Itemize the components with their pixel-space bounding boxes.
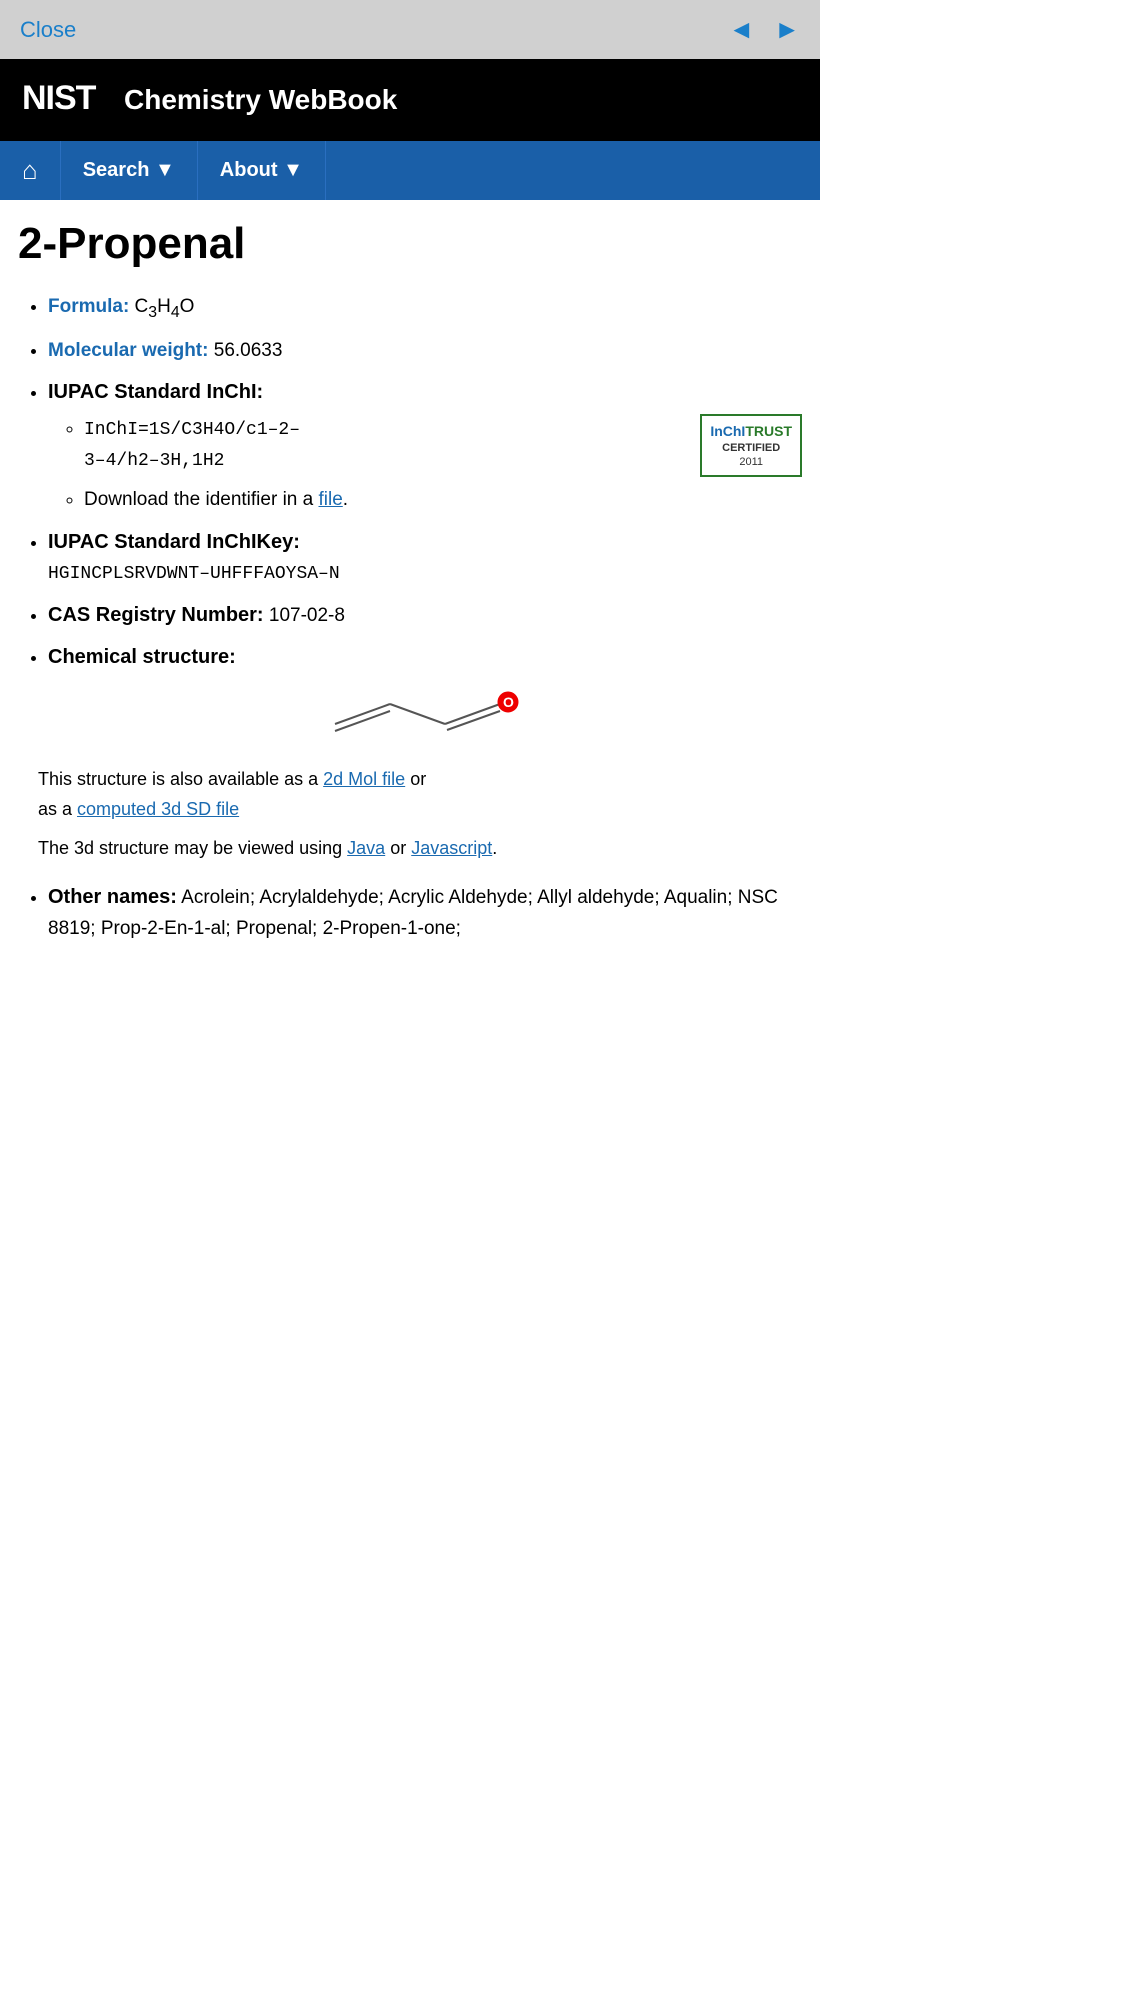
about-nav-label: About ▼ [220, 159, 303, 182]
home-icon: ⌂ [22, 155, 38, 186]
formula-label[interactable]: Formula: [48, 296, 129, 317]
svg-text:O: O [503, 694, 514, 710]
structure-text-3: The 3d structure may be viewed using [38, 838, 342, 858]
nist-logo-svg: NIST [18, 73, 108, 117]
certified-text: CERTIFIED [710, 441, 792, 455]
inchi-string-item: InChI=1S/C3H4O/c1–2–3–4/h2–3H,1H2 InChIT… [84, 414, 802, 477]
close-button[interactable]: Close [20, 17, 76, 43]
download-identifier-link[interactable]: file [318, 489, 342, 510]
molecular-weight-label[interactable]: Molecular weight: [48, 340, 208, 361]
about-nav-item[interactable]: About ▼ [198, 141, 326, 200]
inchi-text-block: InChI=1S/C3H4O/c1–2–3–4/h2–3H,1H2 [84, 414, 688, 475]
inchikey-value: HGINCPLSRVDWNT–UHFFFAOYSA–N [48, 564, 340, 584]
nav-bar: ⌂ Search ▼ About ▼ [0, 141, 820, 200]
javascript-link[interactable]: Javascript [411, 838, 492, 858]
iupac-inchi-label: IUPAC Standard InChI: [48, 381, 263, 403]
structure-text-4: or [390, 838, 411, 858]
page-title: 2-Propenal [18, 220, 802, 268]
chemical-structure-item: Chemical structure: O [48, 641, 802, 871]
java-link[interactable]: Java [347, 838, 385, 858]
search-nav-item[interactable]: Search ▼ [61, 141, 198, 200]
inchi-trust-badge-label: InChITRUST [710, 422, 792, 440]
inchi-trust-container: InChI=1S/C3H4O/c1–2–3–4/h2–3H,1H2 InChIT… [84, 414, 802, 477]
cas-label: CAS Registry Number: [48, 604, 264, 626]
structure-text-1: This structure is also available as a [38, 769, 318, 789]
molecular-weight-value: 56.0633 [214, 340, 283, 361]
cas-item: CAS Registry Number: 107-02-8 [48, 599, 802, 631]
home-nav-item[interactable]: ⌂ [0, 141, 61, 200]
download-identifier-text: Download the identifier in a [84, 489, 313, 510]
search-nav-label: Search ▼ [83, 159, 175, 182]
year-text: 2011 [710, 455, 792, 469]
molecular-weight-item: Molecular weight: 56.0633 [48, 336, 802, 366]
structure-container: O [48, 684, 802, 754]
chemical-structure-label: Chemical structure: [48, 646, 236, 668]
sd-file-link[interactable]: computed 3d SD file [77, 799, 239, 819]
nist-logo: NIST [18, 73, 108, 127]
svg-text:NIST: NIST [22, 79, 97, 117]
cas-value: 107-02-8 [269, 605, 345, 626]
site-header: NIST Chemistry WebBook [0, 59, 820, 141]
mol-file-link[interactable]: 2d Mol file [323, 769, 405, 789]
inchi-sub-list: InChI=1S/C3H4O/c1–2–3–4/h2–3H,1H2 InChIT… [48, 414, 802, 515]
forward-button[interactable]: ► [774, 14, 800, 45]
iupac-inchikey-label: IUPAC Standard InChIKey: [48, 531, 300, 553]
site-title: Chemistry WebBook [124, 84, 397, 116]
main-content: 2-Propenal Formula: C3H4O Molecular weig… [0, 200, 820, 974]
inchi-trust-badge: InChITRUST CERTIFIED 2011 [700, 414, 802, 477]
info-list: Formula: C3H4O Molecular weight: 56.0633… [18, 292, 802, 944]
chemical-structure-svg: O [315, 684, 535, 754]
other-names-label: Other names: [48, 886, 177, 908]
iupac-inchi-item: IUPAC Standard InChI: InChI=1S/C3H4O/c1–… [48, 376, 802, 516]
structure-availability-text: This structure is also available as a 2d… [38, 764, 802, 833]
structure-text-5: . [492, 838, 497, 858]
inchikey-item: IUPAC Standard InChIKey: HGINCPLSRVDWNT–… [48, 526, 802, 589]
nist-logo-text: NIST [18, 84, 108, 126]
structure-svg-wrap: O [48, 684, 802, 754]
back-button[interactable]: ◄ [729, 14, 755, 45]
top-bar-navigation: ◄ ► [729, 14, 800, 45]
top-bar: Close ◄ ► [0, 0, 820, 59]
inchi-string: InChI=1S/C3H4O/c1–2–3–4/h2–3H,1H2 [84, 420, 300, 470]
structure-3d-text: The 3d structure may be viewed using Jav… [38, 833, 802, 872]
download-period: . [343, 489, 348, 510]
download-identifier-item: Download the identifier in a file. [84, 485, 802, 515]
formula-item: Formula: C3H4O [48, 292, 802, 325]
other-names-item: Other names: Acrolein; Acrylaldehyde; Ac… [48, 881, 802, 944]
